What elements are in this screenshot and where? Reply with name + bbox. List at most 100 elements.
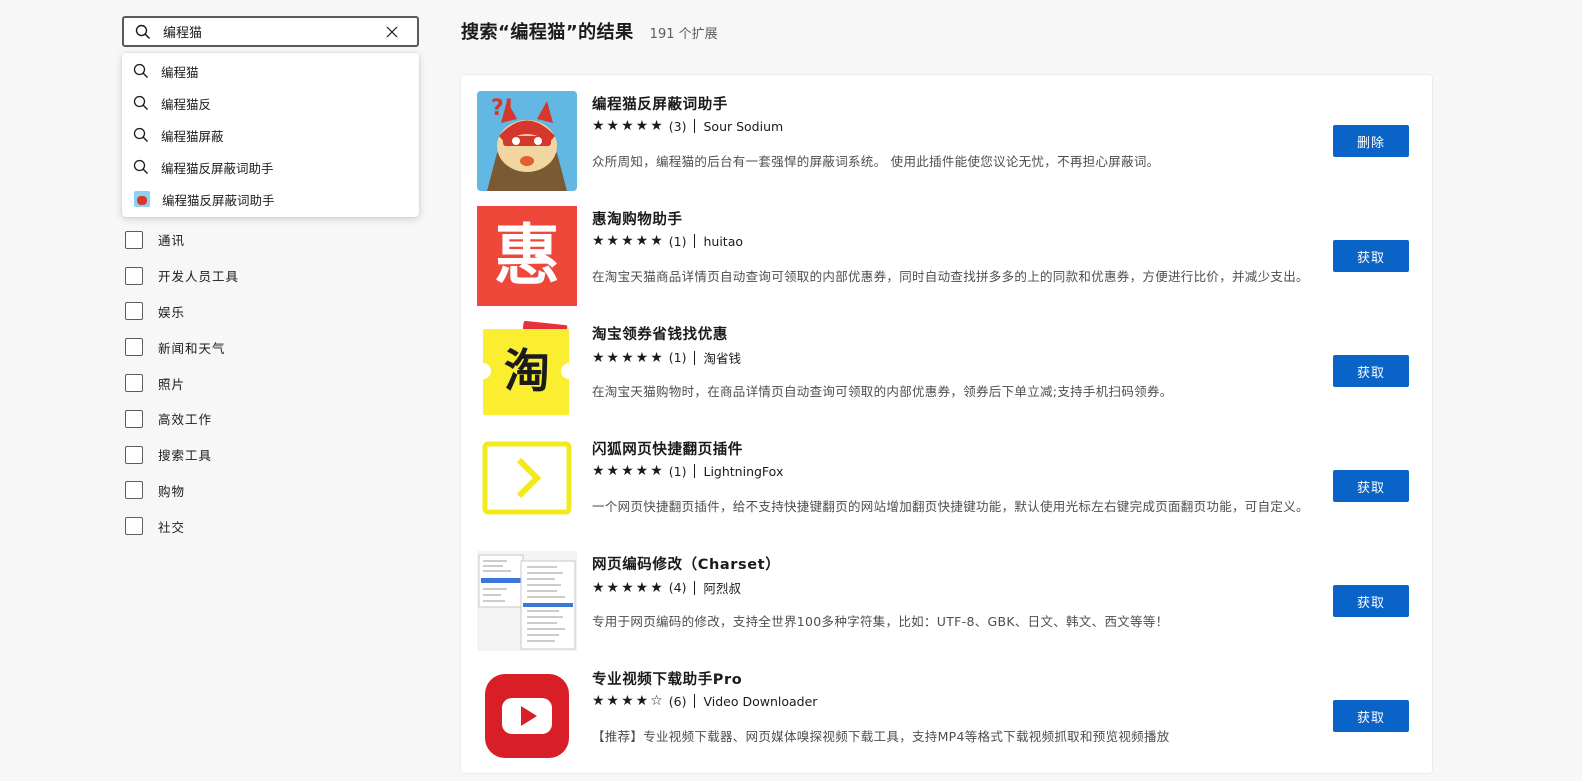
search-icon — [133, 159, 149, 175]
checkbox[interactable] — [125, 409, 143, 428]
divider — [694, 350, 696, 365]
rating-count: (1) — [668, 233, 687, 249]
extension-rating: ★★★★☆ (6) Video Downloader — [592, 693, 817, 709]
checkbox[interactable] — [125, 445, 143, 464]
suggestion-text: 编程猫反 — [161, 96, 212, 112]
checkbox[interactable] — [125, 374, 143, 393]
get-button[interactable]: 获取 — [1333, 700, 1409, 732]
divider — [694, 234, 696, 248]
search-box[interactable] — [122, 16, 419, 47]
star-rating-icon: ★★★★★ — [592, 349, 665, 366]
extension-thumbnail-icon — [134, 191, 150, 207]
extension-name[interactable]: 惠淘购物助手 — [592, 208, 683, 229]
extension-description: 在淘宝天猫购物时，在商品详情页自动查询可领取的内部优惠券，领券后下单立减;支持手… — [592, 384, 1173, 399]
remove-button[interactable]: 删除 — [1333, 125, 1409, 157]
category-label: 照片 — [158, 376, 186, 392]
category-label: 搜索工具 — [158, 448, 213, 464]
rating-count: (1) — [668, 463, 687, 479]
extension-description: 在淘宝天猫商品详情页自动查询可领取的内部优惠券，同时自动查找拼多多的上的同款和优… — [592, 269, 1309, 284]
get-button[interactable]: 获取 — [1333, 240, 1409, 272]
extension-item[interactable]: 惠 惠淘购物助手 ★★★★★ (1) huitao 在淘宝天猫商品详情页自动查询… — [477, 206, 1417, 321]
logo-text: 惠 — [494, 217, 560, 294]
category-label: 高效工作 — [158, 412, 213, 428]
extension-item[interactable]: 淘 淘宝领券省钱找优惠 ★★★★★ (1) 淘省钱 在淘宝天猫购物时，在商品详情… — [477, 321, 1417, 436]
get-button[interactable]: 获取 — [1333, 355, 1409, 387]
category-filter-list: 通讯 开发人员工具 娱乐 新闻和天气 照片 高效工作 搜索工具 购物 社交 — [125, 222, 239, 544]
suggestion-text: 编程猫 — [161, 64, 199, 80]
extension-rating: ★★★★★ (3) Sour Sodium — [592, 118, 783, 134]
extension-rating: ★★★★★ (4) 阿烈叔 — [592, 578, 741, 597]
results-list: ?! 编程猫反屏蔽词助手 ★★★★★ (3) Sour Sodium 众所周知，… — [460, 74, 1433, 774]
category-label: 娱乐 — [158, 304, 186, 320]
suggestion-item[interactable]: 编程猫反 — [122, 87, 419, 119]
divider — [694, 580, 696, 595]
rating-count: (3) — [668, 118, 687, 134]
extension-item[interactable]: ?! 编程猫反屏蔽词助手 ★★★★★ (3) Sour Sodium 众所周知，… — [477, 91, 1417, 206]
suggestion-text: 编程猫屏蔽 — [161, 128, 224, 144]
extension-description: 专用于网页编码的修改，支持全世界100多种字符集，比如：UTF-8、GBK、日文… — [592, 614, 1169, 629]
category-label: 新闻和天气 — [158, 340, 226, 356]
checkbox[interactable] — [125, 302, 143, 321]
extension-name[interactable]: 编程猫反屏蔽词助手 — [592, 93, 728, 114]
category-productivity[interactable]: 高效工作 — [125, 401, 239, 437]
suggestion-item-extension[interactable]: 编程猫反屏蔽词助手 — [122, 183, 419, 215]
category-search-tools[interactable]: 搜索工具 — [125, 437, 239, 473]
checkbox[interactable] — [125, 266, 143, 285]
clear-icon[interactable] — [385, 25, 399, 39]
results-header: 搜索“编程猫”的结果 191 个扩展 — [461, 18, 718, 44]
rating-count: (6) — [668, 693, 687, 709]
suggestion-item[interactable]: 编程猫屏蔽 — [122, 119, 419, 151]
checkbox[interactable] — [125, 517, 143, 536]
extension-item[interactable]: 网页编码修改（Charset） ★★★★★ (4) 阿烈叔 专用于网页编码的修改… — [477, 551, 1417, 666]
extension-logo: 淘 — [477, 321, 577, 421]
extension-logo — [477, 436, 577, 536]
star-rating-icon: ★★★★★ — [592, 579, 665, 596]
extension-author: 淘省钱 — [703, 351, 741, 366]
suggestion-text: 编程猫反屏蔽词助手 — [162, 192, 275, 208]
suggestion-item[interactable]: 编程猫反屏蔽词助手 — [122, 151, 419, 183]
extension-description: 众所周知，编程猫的后台有一套强悍的屏蔽词系统。 使用此插件能使您议论无忧，不再担… — [592, 154, 1160, 169]
checkbox[interactable] — [125, 338, 143, 357]
search-suggestions: 编程猫 编程猫反 编程猫屏蔽 编程猫反屏蔽词助手 编程猫反屏蔽词助手 — [122, 53, 419, 217]
category-entertainment[interactable]: 娱乐 — [125, 294, 239, 330]
get-button[interactable]: 获取 — [1333, 585, 1409, 617]
suggestion-item[interactable]: 编程猫 — [122, 55, 419, 87]
search-icon — [135, 24, 151, 40]
category-social[interactable]: 社交 — [125, 508, 239, 544]
category-news-weather[interactable]: 新闻和天气 — [125, 329, 239, 365]
category-photos[interactable]: 照片 — [125, 365, 239, 401]
extension-rating: ★★★★★ (1) 淘省钱 — [592, 348, 741, 367]
extension-author: huitao — [703, 233, 744, 249]
divider — [694, 119, 696, 133]
star-rating-icon: ★★★★★ — [592, 118, 665, 134]
search-icon — [133, 95, 149, 111]
category-communication[interactable]: 通讯 — [125, 222, 239, 258]
extension-rating: ★★★★★ (1) LightningFox — [592, 463, 783, 479]
page-title: 搜索“编程猫”的结果 — [461, 22, 634, 43]
get-button[interactable]: 获取 — [1333, 470, 1409, 502]
category-developer-tools[interactable]: 开发人员工具 — [125, 258, 239, 294]
extension-author: Sour Sodium — [703, 118, 784, 134]
extension-name[interactable]: 淘宝领券省钱找优惠 — [592, 323, 728, 344]
extension-item[interactable]: 闪狐网页快捷翻页插件 ★★★★★ (1) LightningFox 一个网页快捷… — [477, 436, 1417, 551]
category-shopping[interactable]: 购物 — [125, 473, 239, 509]
svg-text:?!: ?! — [491, 96, 514, 121]
search-icon — [133, 63, 149, 79]
divider — [694, 694, 696, 708]
star-rating-icon: ★★★★★ — [592, 463, 665, 479]
category-label: 通讯 — [158, 233, 186, 249]
extension-item[interactable]: 专业视频下载助手Pro ★★★★☆ (6) Video Downloader 【… — [477, 666, 1417, 781]
extension-author: 阿烈叔 — [703, 581, 741, 596]
extension-rating: ★★★★★ (1) huitao — [592, 233, 743, 249]
search-input[interactable] — [163, 24, 385, 39]
category-label: 购物 — [158, 483, 186, 499]
checkbox[interactable] — [125, 481, 143, 500]
extension-logo: ?! — [477, 91, 577, 191]
checkbox[interactable] — [125, 230, 143, 249]
extension-name[interactable]: 网页编码修改（Charset） — [592, 553, 780, 574]
extension-name[interactable]: 闪狐网页快捷翻页插件 — [592, 438, 743, 459]
divider — [694, 464, 696, 478]
extension-description: 【推荐】专业视频下载器、网页媒体嗅探视频下载工具，支持MP4等格式下载视频抓取和… — [592, 729, 1170, 744]
category-label: 社交 — [158, 519, 186, 535]
extension-name[interactable]: 专业视频下载助手Pro — [592, 668, 742, 689]
